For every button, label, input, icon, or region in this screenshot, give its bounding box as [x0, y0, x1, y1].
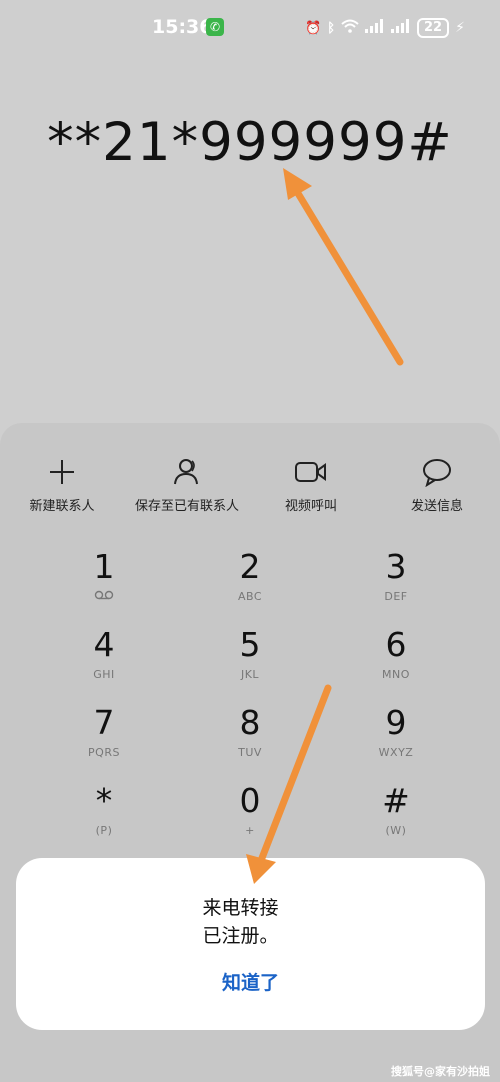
alarm-icon: ⏰: [305, 20, 322, 36]
call-forwarding-dialog: 来电转接 已注册。 知道了: [16, 858, 485, 1030]
person-icon: [127, 455, 247, 489]
key-digit: 7: [93, 703, 115, 742]
ongoing-call-icon: ✆: [206, 18, 224, 36]
key-4[interactable]: 4 GHI: [44, 626, 164, 692]
bluetooth-icon: ᛒ: [327, 20, 335, 36]
status-bar: 15:36 ✆ ⏰ ᛒ 22 ⚡: [0, 0, 500, 56]
key-letters: PQRS: [88, 746, 120, 759]
key-8[interactable]: 8 TUV: [190, 704, 310, 770]
key-digit: 0: [239, 781, 261, 820]
send-message-button[interactable]: 发送信息: [377, 455, 497, 514]
key-1[interactable]: 1: [44, 548, 164, 614]
video-call-button[interactable]: 视频呼叫: [251, 455, 371, 514]
status-time: 15:36: [152, 16, 213, 38]
key-digit: 3: [385, 547, 407, 586]
key-letters: TUV: [238, 746, 262, 759]
key-2[interactable]: 2 ABC: [190, 548, 310, 614]
key-digit: 2: [239, 547, 261, 586]
key-letters: (W): [385, 824, 407, 837]
signal-1-icon: [365, 19, 385, 37]
got-it-button[interactable]: 知道了: [16, 968, 485, 995]
dialed-number[interactable]: **21*999999#: [0, 112, 500, 173]
signal-2-icon: [391, 19, 411, 37]
new-contact-button[interactable]: 新建联系人: [2, 455, 122, 514]
key-letters: +: [245, 824, 255, 837]
key-letters: GHI: [93, 668, 115, 681]
dialog-message-line1: 来电转接: [202, 897, 279, 919]
key-digit: 8: [239, 703, 261, 742]
key-7[interactable]: 7 PQRS: [44, 704, 164, 770]
key-5[interactable]: 5 JKL: [190, 626, 310, 692]
key-digit: 1: [93, 547, 115, 586]
key-letters: MNO: [382, 668, 410, 681]
key-digit: #: [382, 781, 410, 820]
plus-icon: [2, 455, 122, 489]
send-message-label: 发送信息: [410, 499, 463, 514]
status-icons: ⏰ ᛒ 22 ⚡: [305, 17, 465, 39]
key-3[interactable]: 3 DEF: [336, 548, 456, 614]
dialer-actions: 新建联系人 保存至已有联系人 视频呼叫 发送信息: [0, 455, 500, 525]
message-icon: [377, 455, 497, 489]
watermark: 搜狐号@家有沙拍姐: [391, 1065, 490, 1078]
video-call-label: 视频呼叫: [284, 499, 337, 514]
save-to-contact-button[interactable]: 保存至已有联系人: [127, 455, 247, 514]
key-digit: 6: [385, 625, 407, 664]
new-contact-label: 新建联系人: [29, 499, 95, 514]
key-star[interactable]: * (P): [44, 782, 164, 848]
key-hash[interactable]: # (W): [336, 782, 456, 848]
key-6[interactable]: 6 MNO: [336, 626, 456, 692]
key-digit: 9: [385, 703, 407, 742]
battery-level: 22: [417, 18, 450, 38]
key-letters: (P): [95, 824, 113, 837]
key-letters: WXYZ: [378, 746, 414, 759]
key-digit: 5: [239, 625, 261, 664]
key-digit: 4: [93, 625, 115, 664]
key-9[interactable]: 9 WXYZ: [336, 704, 456, 770]
key-letters: ABC: [237, 590, 263, 603]
dialog-message-line2: 已注册。: [202, 925, 279, 947]
voicemail-icon: [44, 590, 164, 603]
arrow-to-number: [283, 168, 404, 366]
charging-icon: ⚡: [455, 20, 465, 36]
key-digit: *: [95, 781, 113, 820]
wifi-icon: [341, 19, 359, 37]
video-icon: [251, 455, 371, 489]
key-0[interactable]: 0 +: [190, 782, 310, 848]
key-letters: DEF: [384, 590, 408, 603]
dialog-message: 来电转接 已注册。: [16, 894, 485, 950]
key-letters: JKL: [240, 668, 260, 681]
save-to-contact-label: 保存至已有联系人: [134, 499, 239, 514]
